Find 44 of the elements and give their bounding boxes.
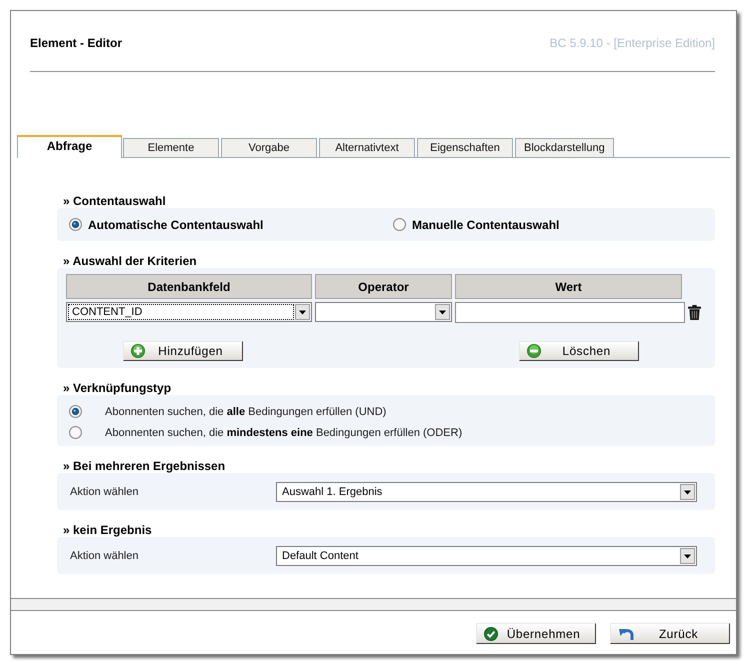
section-heading: » Bei mehreren Ergebnissen — [62, 459, 226, 473]
dropdown[interactable]: Auswahl 1. Ergebnis — [276, 482, 697, 502]
caret-icon — [680, 548, 695, 564]
radio-button[interactable] — [69, 405, 82, 418]
window-title: Element - Editor — [30, 36, 122, 50]
option-label: Abonnenten suchen, die mindestens eine Bedingungen erfüllen (ODER) — [105, 426, 462, 438]
dropdown[interactable]: Default Content — [276, 546, 697, 566]
column-header: Datenbankfeld — [66, 274, 312, 299]
option-label: Abonnenten suchen, die alle Bedingungen erfüllen (UND) — [105, 406, 386, 418]
dropdown[interactable]: CONTENT_ID — [66, 302, 312, 322]
dropdown[interactable] — [315, 302, 452, 322]
tab[interactable]: Vorgabe — [221, 138, 317, 157]
value-field[interactable] — [455, 302, 685, 323]
field-label: Aktion wählen — [70, 550, 140, 562]
caret-icon — [435, 304, 450, 320]
minus-icon — [527, 344, 541, 358]
column-header: Wert — [455, 274, 682, 299]
column-header: Operator — [315, 274, 452, 299]
section-heading: » Verknüpfungstyp — [62, 381, 172, 395]
caret-icon — [680, 484, 695, 500]
tab[interactable]: Abfrage — [17, 135, 122, 158]
radio-button[interactable] — [393, 218, 406, 231]
undo-arrow-icon — [618, 626, 634, 640]
plus-icon — [131, 344, 145, 358]
section-heading: » Auswahl der Kriterien — [62, 254, 198, 268]
section-heading: » kein Ergebnis — [62, 523, 153, 537]
tab[interactable]: Alternativtext — [319, 138, 415, 157]
radio-button[interactable] — [69, 218, 82, 231]
caret-icon — [295, 304, 310, 320]
back-button[interactable]: Zurück — [610, 623, 730, 644]
option-label: Manuelle Contentauswahl — [412, 218, 560, 232]
tab[interactable]: Eigenschaften — [417, 138, 513, 157]
apply-button[interactable]: Übernehmen — [476, 623, 596, 644]
field-label: Aktion wählen — [70, 486, 140, 498]
checkmark-icon — [484, 626, 498, 640]
option-label: Automatische Contentauswahl — [88, 218, 264, 232]
radio-button[interactable] — [69, 426, 82, 439]
version-label: BC 5.9.10 - [Enterprise Edition] — [550, 36, 715, 50]
tab[interactable]: Elemente — [123, 138, 219, 157]
tab[interactable]: Blockdarstellung — [515, 138, 614, 157]
section-heading: » Contentauswahl — [62, 194, 167, 208]
add-button[interactable]: Hinzufügen — [123, 341, 243, 361]
remove-button[interactable]: Löschen — [519, 341, 639, 361]
trash-icon[interactable] — [688, 305, 701, 320]
